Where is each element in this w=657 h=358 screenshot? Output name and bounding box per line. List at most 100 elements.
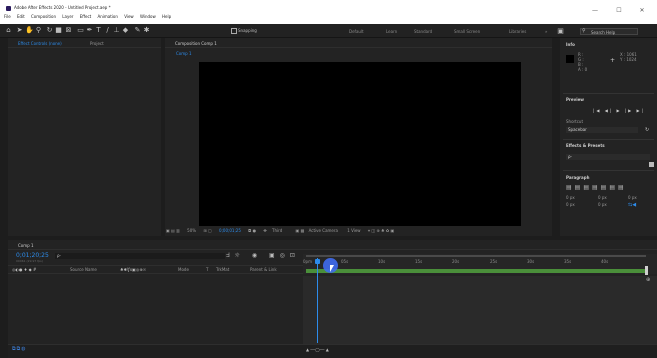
loop-icon[interactable]: ↻ (645, 127, 649, 133)
camera-select[interactable]: Active Camera (309, 228, 338, 233)
brush-tool-icon[interactable]: / (104, 27, 111, 34)
clone-stamp-icon[interactable]: ⊥ (113, 27, 120, 34)
close-button[interactable]: ✕ (637, 7, 647, 15)
workspace-panel-icon[interactable]: ▣ (557, 28, 564, 35)
column-trkmat[interactable]: TrkMat (216, 267, 229, 272)
timeline-zoom-slider[interactable]: ▲ ──◯── ▲ (306, 347, 329, 352)
prev-frame-icon[interactable]: ◀| (605, 108, 613, 113)
track-area[interactable] (303, 276, 657, 344)
eraser-tool-icon[interactable]: ◆ (122, 27, 129, 34)
selection-tool-icon[interactable]: ➤ (16, 27, 23, 34)
timeline-footer (8, 344, 657, 358)
menu-window[interactable]: Window (140, 14, 156, 19)
comp-breadcrumb[interactable]: Comp 1 (176, 51, 192, 56)
camera-tool-icon[interactable]: ■ (55, 27, 62, 34)
workspace-libraries[interactable]: Libraries (509, 29, 526, 34)
column-switches-icons[interactable]: ♣✱\ƒx▣◎⊕☉ (120, 267, 146, 272)
timeline-frame-count: 00061 (29.97 fps) (16, 259, 43, 263)
menu-file[interactable]: File (4, 14, 11, 19)
shortcut-select[interactable]: Spacebar (566, 127, 638, 133)
space-before[interactable]: 0 px (598, 195, 607, 200)
maximize-button[interactable]: ☐ (614, 7, 624, 15)
ruler-tick: 0pm (303, 259, 312, 264)
tab-project[interactable]: Project (90, 41, 104, 46)
snapping-checkbox[interactable] (231, 28, 237, 34)
menu-animation[interactable]: Animation (98, 14, 118, 19)
indent-left[interactable]: 0 px (566, 195, 575, 200)
view-options-icon[interactable]: ⌖ ◫ ⊕ ♣ ✿ ▣ (368, 228, 394, 233)
effects-search-input[interactable]: ρ- (566, 154, 650, 160)
indent-right[interactable]: 0 px (628, 195, 637, 200)
column-source-name[interactable]: Source Name (70, 267, 97, 272)
last-frame-icon[interactable]: ▶| (637, 108, 645, 113)
tab-timeline-comp[interactable]: Comp 1 (18, 243, 34, 248)
first-frame-icon[interactable]: |◀ (593, 108, 601, 113)
pen-tool-icon[interactable]: ✒ (86, 27, 93, 34)
paragraph-align-icons[interactable]: ▤▤▤▤▤▤▤ (566, 184, 627, 191)
work-area-bar[interactable] (306, 255, 646, 257)
menu-view[interactable]: View (124, 14, 134, 19)
current-time-indicator[interactable] (317, 258, 318, 343)
column-t[interactable]: T (206, 267, 208, 272)
menu-effect[interactable]: Effect (80, 14, 92, 19)
region-icon[interactable]: ▣ ▩ (296, 228, 305, 233)
workspace-standard[interactable]: Standard (414, 29, 432, 34)
pan-behind-tool-icon[interactable]: ⊠ (65, 27, 72, 34)
menu-composition[interactable]: Composition (31, 14, 56, 19)
column-parent-link[interactable]: Parent & Link (250, 267, 277, 272)
composition-viewer[interactable] (199, 62, 521, 226)
preview-controls: |◀ ◀| ▶ |▶ ▶| (593, 108, 645, 113)
work-area-end-handle[interactable] (645, 266, 648, 275)
channel-icon[interactable]: ✤ (263, 228, 266, 233)
hand-tool-icon[interactable]: ✋ (25, 27, 34, 34)
view-layout-select[interactable]: 1 View (347, 228, 360, 233)
effects-presets-title[interactable]: Effects & Presets (566, 143, 605, 148)
crosshair-icon: + (610, 57, 616, 64)
workspace-overflow-button[interactable]: » (545, 29, 547, 34)
shape-tool-icon[interactable]: ▭ (77, 27, 84, 34)
zoom-select[interactable]: 50% (187, 228, 196, 233)
info-panel-title[interactable]: Info (566, 42, 575, 47)
timecode-display[interactable]: 0;00;01;25 (219, 228, 241, 233)
snapshot-icon[interactable]: ◘ ● (248, 228, 256, 233)
text-direction-icon[interactable]: ⇆◀ (628, 202, 642, 208)
paragraph-panel-title[interactable]: Paragraph (566, 175, 589, 180)
roto-brush-icon[interactable]: ✎ (134, 27, 141, 34)
workspace-learn[interactable]: Learn (386, 29, 397, 34)
timeline-switch-icons[interactable]: ᖵ☼ ◉ ▣◎⊡ (226, 252, 300, 260)
menu-layer[interactable]: Layer (62, 14, 73, 19)
space-after[interactable]: 0 px (598, 202, 607, 207)
type-tool-icon[interactable]: T (95, 27, 102, 34)
minimize-button[interactable]: — (590, 7, 600, 15)
ruler-tick: 20s (452, 259, 460, 264)
play-icon[interactable]: ▶ (616, 108, 621, 113)
fit-icon[interactable]: ⊞ ▢ (203, 228, 211, 233)
tab-effect-controls[interactable]: Effect Controls (none) (18, 41, 62, 46)
next-frame-icon[interactable]: |▶ (625, 108, 633, 113)
tab-composition[interactable]: Composition Comp 1 (175, 41, 217, 46)
resolution-select[interactable]: Third (272, 228, 282, 233)
timeline-expand-icon[interactable]: ⊕ (646, 277, 650, 283)
menu-help[interactable]: Help (162, 14, 171, 19)
timeline-timecode[interactable]: 0;01;20;25 (16, 252, 49, 259)
new-folder-icon[interactable] (649, 162, 654, 167)
ruler-tick: 40s (601, 259, 609, 264)
first-line-indent[interactable]: 0 px (566, 202, 575, 207)
search-help-input[interactable]: Search Help (580, 28, 638, 35)
render-toggle-icons[interactable]: ⧉⧉◍ (12, 346, 27, 352)
puppet-tool-icon[interactable]: ✱ (143, 27, 150, 34)
playhead-handle[interactable] (315, 259, 320, 264)
rotate-tool-icon[interactable]: ↻ (46, 27, 53, 34)
column-mode[interactable]: Mode (178, 267, 189, 272)
layer-switch-icons[interactable]: ◎◐● ♦ ◆ # (12, 267, 36, 272)
timeline-search-input[interactable]: ρ- (55, 253, 225, 259)
home-icon[interactable]: ⌂ (5, 27, 12, 34)
comp-duration-bar[interactable] (306, 269, 646, 273)
zoom-tool-icon[interactable]: ⚲ (35, 27, 42, 34)
grid-icon[interactable]: ▣ ▤ ▥ (166, 228, 180, 233)
preview-panel-title[interactable]: Preview (566, 97, 584, 102)
workspace-small-screen[interactable]: Small Screen (454, 29, 480, 34)
workspace-default[interactable]: Default (349, 29, 364, 34)
divider (563, 139, 654, 140)
menu-edit[interactable]: Edit (17, 14, 25, 19)
